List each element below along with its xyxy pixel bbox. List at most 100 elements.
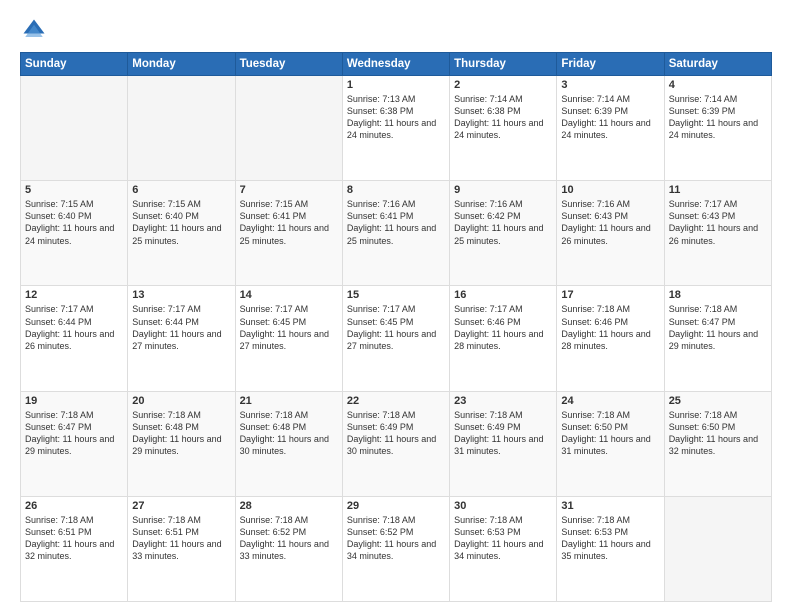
calendar-cell: 24 Sunrise: 7:18 AMSunset: 6:50 PMDayligh… [557,391,664,496]
day-detail: Sunrise: 7:17 AMSunset: 6:46 PMDaylight:… [454,303,552,352]
calendar-cell: 20Sunrise: 7:18 AMSunset: 6:48 PMDayligh… [128,391,235,496]
calendar-cell: 2 Sunrise: 7:14 AMSunset: 6:38 PMDaylight… [450,76,557,181]
calendar-cell: 18 Sunrise: 7:18 AMSunset: 6:47 PMDayligh… [664,286,771,391]
day-number: 9 [454,184,552,196]
day-detail: Sunrise: 7:18 AMSunset: 6:48 PMDaylight:… [132,409,230,458]
header [20,16,772,44]
day-detail: Sunrise: 7:17 AMSunset: 6:43 PMDaylight:… [669,198,767,247]
calendar-cell: 23 Sunrise: 7:18 AMSunset: 6:49 PMDayligh… [450,391,557,496]
day-detail: Sunrise: 7:13 AMSunset: 6:38 PMDaylight:… [347,93,445,142]
calendar-cell: 15 Sunrise: 7:17 AMSunset: 6:45 PMDayligh… [342,286,449,391]
day-number: 31 [561,500,659,512]
day-detail: Sunrise: 7:15 AMSunset: 6:40 PMDaylight:… [132,198,230,247]
day-header-tuesday: Tuesday [235,53,342,76]
day-number: 30 [454,500,552,512]
day-number: 19 [25,395,123,407]
calendar-cell: 11 Sunrise: 7:17 AMSunset: 6:43 PMDayligh… [664,181,771,286]
calendar-cell: 22 Sunrise: 7:18 AMSunset: 6:49 PMDayligh… [342,391,449,496]
calendar-cell: 4Sunrise: 7:14 AMSunset: 6:39 PMDaylight… [664,76,771,181]
day-detail: Sunrise: 7:14 AMSunset: 6:38 PMDaylight:… [454,93,552,142]
calendar-header-row: SundayMondayTuesdayWednesdayThursdayFrid… [21,53,772,76]
day-detail: Sunrise: 7:18 AMSunset: 6:50 PMDaylight:… [561,409,659,458]
day-header-monday: Monday [128,53,235,76]
day-detail: Sunrise: 7:14 AMSunset: 6:39 PMDaylight:… [561,93,659,142]
day-header-wednesday: Wednesday [342,53,449,76]
calendar-cell: 1 Sunrise: 7:13 AMSunset: 6:38 PMDaylight… [342,76,449,181]
calendar-cell [21,76,128,181]
day-detail: Sunrise: 7:18 AMSunset: 6:49 PMDaylight:… [454,409,552,458]
day-number: 1 [347,79,445,91]
day-number: 10 [561,184,659,196]
day-detail: Sunrise: 7:18 AMSunset: 6:46 PMDaylight:… [561,303,659,352]
calendar-cell: 19 Sunrise: 7:18 AMSunset: 6:47 PMDayligh… [21,391,128,496]
calendar-week-row: 26 Sunrise: 7:18 AMSunset: 6:51 PMDayligh… [21,496,772,601]
day-number: 21 [240,395,338,407]
calendar-cell: 5 Sunrise: 7:15 AMSunset: 6:40 PMDaylight… [21,181,128,286]
day-header-saturday: Saturday [664,53,771,76]
calendar-week-row: 5 Sunrise: 7:15 AMSunset: 6:40 PMDaylight… [21,181,772,286]
day-number: 3 [561,79,659,91]
calendar-cell: 27 Sunrise: 7:18 AMSunset: 6:51 PMDayligh… [128,496,235,601]
day-number: 28 [240,500,338,512]
calendar-week-row: 19 Sunrise: 7:18 AMSunset: 6:47 PMDayligh… [21,391,772,496]
calendar-cell: 16Sunrise: 7:17 AMSunset: 6:46 PMDayligh… [450,286,557,391]
day-number: 24 [561,395,659,407]
day-detail: Sunrise: 7:18 AMSunset: 6:47 PMDaylight:… [25,409,123,458]
calendar-cell: 7 Sunrise: 7:15 AMSunset: 6:41 PMDaylight… [235,181,342,286]
day-header-friday: Friday [557,53,664,76]
day-number: 14 [240,289,338,301]
day-number: 6 [132,184,230,196]
day-detail: Sunrise: 7:18 AMSunset: 6:49 PMDaylight:… [347,409,445,458]
day-number: 27 [132,500,230,512]
day-number: 12 [25,289,123,301]
day-header-sunday: Sunday [21,53,128,76]
calendar-cell: 13Sunrise: 7:17 AMSunset: 6:44 PMDayligh… [128,286,235,391]
day-detail: Sunrise: 7:18 AMSunset: 6:53 PMDaylight:… [454,514,552,563]
day-number: 8 [347,184,445,196]
calendar-table: SundayMondayTuesdayWednesdayThursdayFrid… [20,52,772,602]
day-number: 25 [669,395,767,407]
day-detail: Sunrise: 7:18 AMSunset: 6:48 PMDaylight:… [240,409,338,458]
day-detail: Sunrise: 7:18 AMSunset: 6:47 PMDaylight:… [669,303,767,352]
logo [20,16,52,44]
day-detail: Sunrise: 7:16 AMSunset: 6:43 PMDaylight:… [561,198,659,247]
calendar-week-row: 12 Sunrise: 7:17 AMSunset: 6:44 PMDayligh… [21,286,772,391]
day-number: 29 [347,500,445,512]
day-number: 23 [454,395,552,407]
day-number: 22 [347,395,445,407]
day-number: 26 [25,500,123,512]
day-detail: Sunrise: 7:16 AMSunset: 6:42 PMDaylight:… [454,198,552,247]
day-detail: Sunrise: 7:17 AMSunset: 6:44 PMDaylight:… [25,303,123,352]
day-number: 4 [669,79,767,91]
calendar-cell: 30 Sunrise: 7:18 AMSunset: 6:53 PMDayligh… [450,496,557,601]
day-detail: Sunrise: 7:17 AMSunset: 6:45 PMDaylight:… [347,303,445,352]
page: SundayMondayTuesdayWednesdayThursdayFrid… [0,0,792,612]
day-number: 17 [561,289,659,301]
calendar-cell: 17 Sunrise: 7:18 AMSunset: 6:46 PMDayligh… [557,286,664,391]
calendar-cell: 25 Sunrise: 7:18 AMSunset: 6:50 PMDayligh… [664,391,771,496]
calendar-cell [664,496,771,601]
calendar-cell: 8Sunrise: 7:16 AMSunset: 6:41 PMDaylight… [342,181,449,286]
day-detail: Sunrise: 7:15 AMSunset: 6:40 PMDaylight:… [25,198,123,247]
day-header-thursday: Thursday [450,53,557,76]
calendar-cell: 12 Sunrise: 7:17 AMSunset: 6:44 PMDayligh… [21,286,128,391]
calendar-cell: 29Sunrise: 7:18 AMSunset: 6:52 PMDayligh… [342,496,449,601]
day-number: 2 [454,79,552,91]
day-number: 15 [347,289,445,301]
day-number: 18 [669,289,767,301]
day-detail: Sunrise: 7:18 AMSunset: 6:50 PMDaylight:… [669,409,767,458]
day-detail: Sunrise: 7:18 AMSunset: 6:51 PMDaylight:… [132,514,230,563]
day-detail: Sunrise: 7:18 AMSunset: 6:51 PMDaylight:… [25,514,123,563]
day-detail: Sunrise: 7:18 AMSunset: 6:53 PMDaylight:… [561,514,659,563]
day-number: 5 [25,184,123,196]
calendar-cell: 10 Sunrise: 7:16 AMSunset: 6:43 PMDayligh… [557,181,664,286]
day-number: 7 [240,184,338,196]
day-detail: Sunrise: 7:17 AMSunset: 6:44 PMDaylight:… [132,303,230,352]
day-detail: Sunrise: 7:18 AMSunset: 6:52 PMDaylight:… [240,514,338,563]
day-number: 11 [669,184,767,196]
calendar-cell: 14Sunrise: 7:17 AMSunset: 6:45 PMDayligh… [235,286,342,391]
calendar-cell [128,76,235,181]
calendar-cell: 26 Sunrise: 7:18 AMSunset: 6:51 PMDayligh… [21,496,128,601]
day-detail: Sunrise: 7:15 AMSunset: 6:41 PMDaylight:… [240,198,338,247]
calendar-cell: 21 Sunrise: 7:18 AMSunset: 6:48 PMDayligh… [235,391,342,496]
